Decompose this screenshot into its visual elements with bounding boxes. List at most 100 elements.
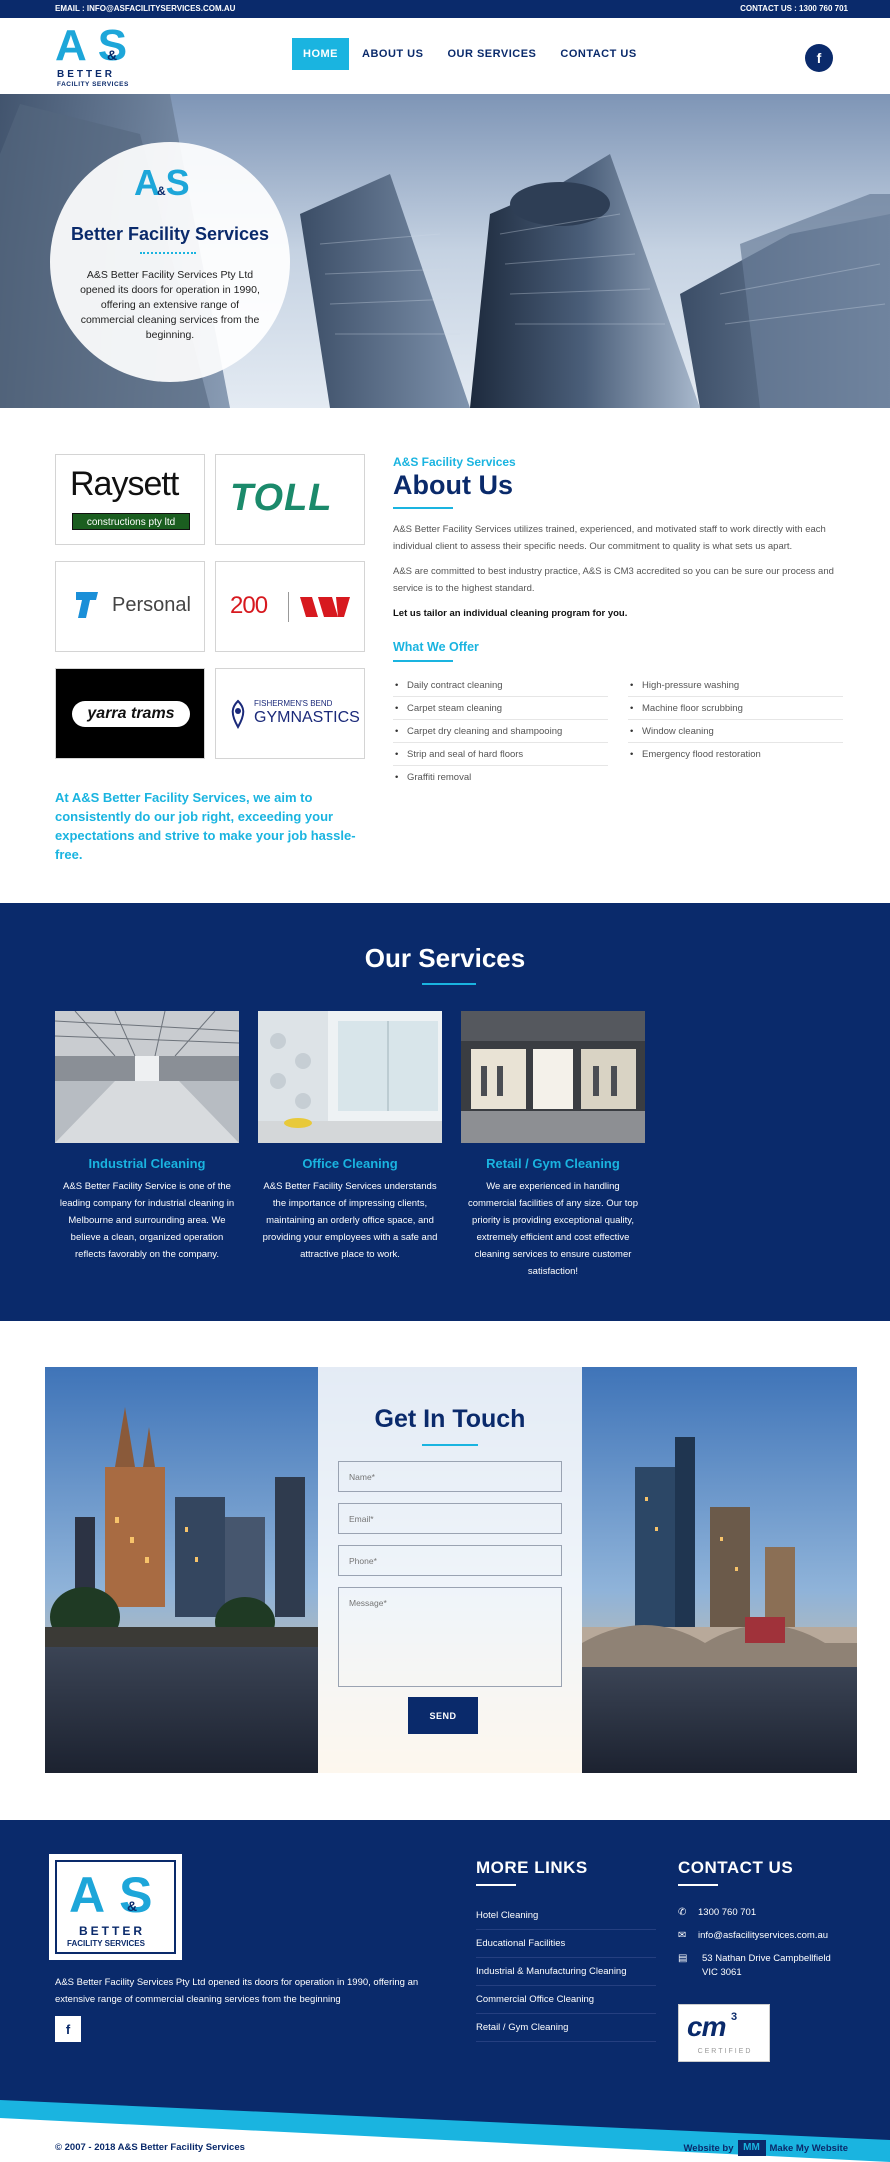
- facebook-icon[interactable]: f: [55, 2016, 81, 2042]
- links-title: MORE LINKS: [476, 1858, 588, 1877]
- message-field[interactable]: [338, 1587, 562, 1687]
- gymnastics-icon: [231, 699, 245, 729]
- client-logo-fishermens-bend: FISHERMEN'S BEND GYMNASTICS: [215, 668, 365, 759]
- service-text: We are experienced in handling commercia…: [467, 1181, 638, 1277]
- nav-home[interactable]: HOME: [292, 38, 349, 70]
- services-title: Our Services: [364, 943, 526, 973]
- client-logo-raysett: Raysett constructions pty ltd: [55, 454, 205, 545]
- client-logo-yarra-trams: yarra trams: [55, 668, 205, 759]
- telstra-icon: [76, 592, 98, 618]
- topbar-email[interactable]: EMAIL : INFO@ASFACILITYSERVICES.COM.AU: [55, 4, 235, 13]
- list-item: Graffiti removal: [393, 766, 608, 789]
- footer-links: Hotel Cleaning Educational Facilities In…: [476, 1902, 656, 2042]
- footer-link-industrial[interactable]: Industrial & Manufacturing Cleaning: [476, 1958, 656, 1986]
- client-logo-westpac: 200: [215, 561, 365, 652]
- nav-contact-us[interactable]: CONTACT US: [549, 38, 647, 70]
- footer-about: A&S Better Facility Services Pty Ltd ope…: [55, 1977, 419, 2005]
- nav-our-services[interactable]: OUR SERVICES: [436, 38, 547, 70]
- site-header: AS & BETTER FACILITY SERVICES HOME ABOUT…: [0, 18, 890, 94]
- links-divider: [476, 1884, 516, 1886]
- logo-line2: FACILITY SERVICES: [57, 81, 129, 88]
- contact-section: Get In Touch SEND: [45, 1367, 857, 1773]
- footer-link-office[interactable]: Commercial Office Cleaning: [476, 1986, 656, 2014]
- contact-title: Get In Touch: [374, 1405, 526, 1433]
- about-divider: [393, 507, 453, 509]
- list-item: Strip and seal of hard floors: [393, 743, 608, 766]
- footer-link-educational[interactable]: Educational Facilities: [476, 1930, 656, 1958]
- footer-email[interactable]: ✉ info@asfacilityservices.com.au: [678, 1929, 868, 1943]
- list-item: Machine floor scrubbing: [628, 697, 843, 720]
- retail-image: [461, 1011, 645, 1143]
- list-item: Window cleaning: [628, 720, 843, 743]
- top-bar: EMAIL : INFO@ASFACILITYSERVICES.COM.AU C…: [0, 0, 890, 18]
- offer-title: What We Offer: [393, 640, 479, 654]
- main-nav: HOME ABOUT US OUR SERVICES CONTACT US: [292, 38, 650, 70]
- services-section: Our Services Industrial Cleaning A&S Bet…: [0, 903, 890, 1321]
- service-card-retail[interactable]: Retail / Gym Cleaning We are experienced…: [461, 1011, 645, 1280]
- about-paragraph-1: A&S Better Facility Services utilizes tr…: [393, 524, 826, 552]
- hero-divider: [140, 252, 196, 254]
- about-paragraph-3: Let us tailor an individual cleaning pro…: [393, 608, 628, 619]
- office-image: [258, 1011, 442, 1143]
- site-credit[interactable]: Website by MM Make My Website: [684, 2140, 848, 2156]
- service-card-industrial[interactable]: Industrial Cleaning A&S Better Facility …: [55, 1011, 239, 1263]
- offer-list-right: High-pressure washing Machine floor scru…: [628, 674, 843, 789]
- list-item: Daily contract cleaning: [393, 674, 608, 697]
- contact-info-title: CONTACT US: [678, 1858, 794, 1877]
- footer-phone[interactable]: ✆ 1300 760 701: [678, 1906, 868, 1920]
- address-card-icon: ▤: [678, 1953, 688, 1964]
- list-item: High-pressure washing: [628, 674, 843, 697]
- hero-title: Better Facility Services: [70, 224, 270, 244]
- contact-form: Get In Touch SEND: [318, 1367, 582, 1773]
- nav-about-us[interactable]: ABOUT US: [351, 38, 434, 70]
- logo-line1: BETTER: [57, 69, 115, 80]
- about-section: A&S Facility Services About Us A&S Bette…: [393, 455, 843, 789]
- hero-logo: A&S: [134, 162, 190, 203]
- about-title: About Us: [393, 470, 513, 500]
- about-tagline: At A&S Better Facility Services, we aim …: [55, 790, 356, 862]
- offer-list-left: Daily contract cleaning Carpet steam cle…: [393, 674, 608, 789]
- offer-list: Daily contract cleaning Carpet steam cle…: [393, 674, 843, 789]
- site-footer: AS & BETTER FACILITY SERVICES A&S Better…: [0, 1820, 890, 2162]
- hero-banner: A&S Better Facility Services A&S Better …: [0, 94, 890, 408]
- contact-info: ✆ 1300 760 701 ✉ info@asfacilityservices…: [678, 1906, 868, 1989]
- phone-field[interactable]: [338, 1545, 562, 1576]
- client-logo-toll: TOLL: [215, 454, 365, 545]
- envelope-icon: ✉: [678, 1930, 687, 1941]
- phone-icon: ✆: [678, 1907, 687, 1918]
- client-logo-telstra-personal: Personal: [55, 561, 205, 652]
- email-field[interactable]: [338, 1503, 562, 1534]
- service-title[interactable]: Industrial Cleaning: [55, 1156, 239, 1171]
- logo-mark: AS: [55, 21, 127, 70]
- contact-info-divider: [678, 1884, 718, 1886]
- industrial-image: [55, 1011, 239, 1143]
- site-logo[interactable]: AS & BETTER FACILITY SERVICES: [55, 21, 147, 91]
- name-field[interactable]: [338, 1461, 562, 1492]
- cm3-certified-badge: cm 3 CERTIFIED: [678, 2004, 770, 2062]
- copyright: © 2007 - 2018 A&S Better Facility Servic…: [55, 2142, 245, 2153]
- service-title[interactable]: Retail / Gym Cleaning: [461, 1156, 645, 1171]
- list-item: Emergency flood restoration: [628, 743, 843, 766]
- footer-link-retail[interactable]: Retail / Gym Cleaning: [476, 2014, 656, 2042]
- contact-divider: [422, 1444, 478, 1446]
- send-button[interactable]: SEND: [408, 1697, 478, 1734]
- list-item: Carpet dry cleaning and shampooing: [393, 720, 608, 743]
- make-my-website-logo: MM: [737, 2140, 766, 2156]
- topbar-phone[interactable]: CONTACT US : 1300 760 701: [740, 4, 848, 13]
- list-item: Carpet steam cleaning: [393, 697, 608, 720]
- service-card-office[interactable]: Office Cleaning A&S Better Facility Serv…: [258, 1011, 442, 1263]
- westpac-w-icon: [300, 597, 350, 617]
- about-paragraph-2: A&S are committed to best industry pract…: [393, 566, 834, 594]
- service-text: A&S Better Facility Service is one of th…: [59, 1181, 235, 1260]
- offer-divider: [393, 660, 453, 662]
- services-divider: [422, 983, 476, 985]
- service-text: A&S Better Facility Services understands…: [262, 1181, 438, 1260]
- service-title[interactable]: Office Cleaning: [258, 1156, 442, 1171]
- footer-link-hotel[interactable]: Hotel Cleaning: [476, 1902, 656, 1930]
- footer-logo[interactable]: AS & BETTER FACILITY SERVICES: [49, 1854, 182, 1960]
- hero-intro-card: A&S Better Facility Services A&S Better …: [50, 142, 290, 382]
- facebook-icon[interactable]: f: [805, 44, 833, 72]
- about-kicker: A&S Facility Services: [393, 455, 516, 469]
- footer-address: ▤ 53 Nathan Drive Campbellfield VIC 3061: [678, 1953, 831, 1978]
- hero-text: A&S Better Facility Services Pty Ltd ope…: [80, 269, 260, 341]
